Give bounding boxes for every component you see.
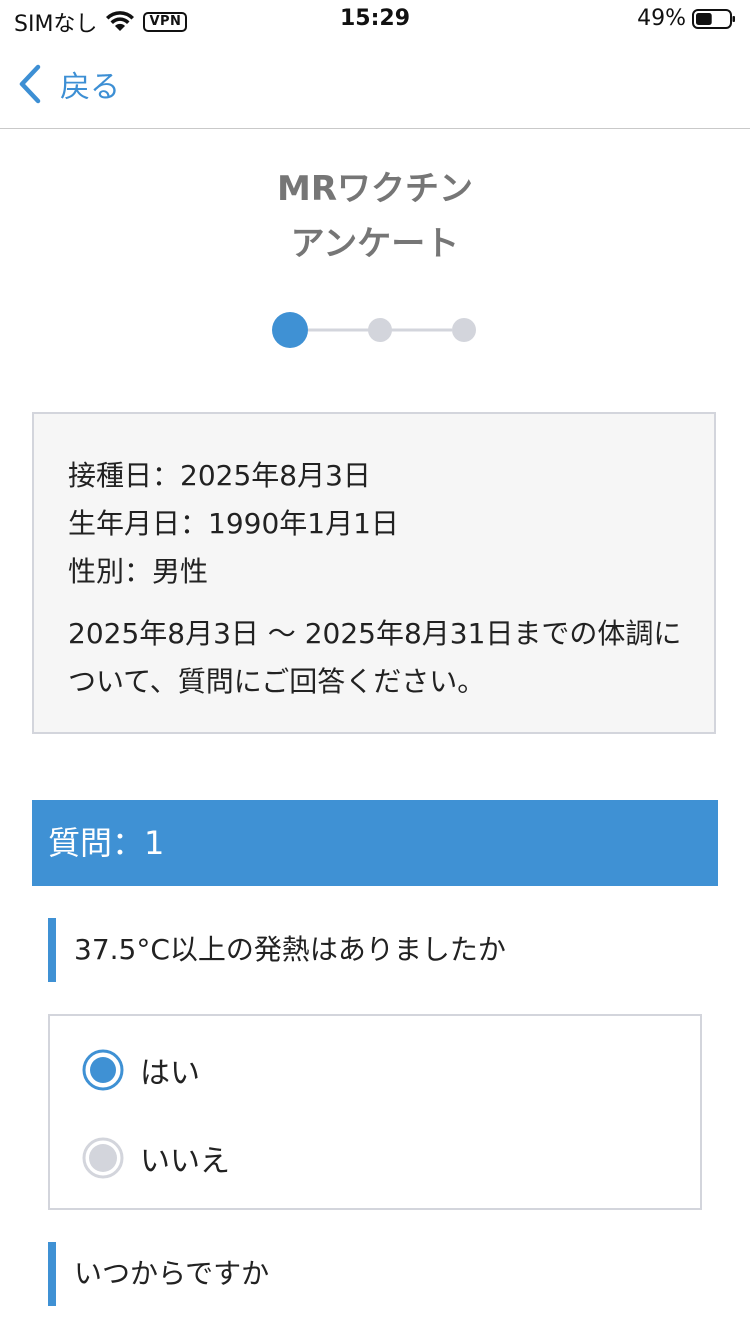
- stepper-dot-2: [368, 318, 392, 342]
- page-title-line2: アンケート: [290, 224, 460, 264]
- radio-option-no[interactable]: いいえ: [82, 1136, 230, 1180]
- chevron-left-icon: [19, 64, 41, 104]
- radio-label-no: いいえ: [140, 1144, 230, 1179]
- status-bar: SIMなし VPN 15:29 49%: [0, 0, 750, 40]
- question-header: 質問：1: [32, 800, 718, 886]
- period-note: 2025年8月3日 〜 2025年8月31日までの体調について、質問にご回答くだ…: [68, 617, 682, 698]
- back-label: 戻る: [60, 70, 120, 105]
- nav-bar: 戻る: [0, 40, 750, 129]
- answer-radio-group: はい いいえ: [48, 1014, 702, 1210]
- info-box: 接種日：2025年8月3日 生年月日：1990年1月1日 性別：男性 2025年…: [32, 412, 716, 734]
- stepper-dot-1: [272, 312, 308, 348]
- radio-unselected-icon: [82, 1137, 124, 1179]
- question-prompt: 37.5°C以上の発熱はありましたか: [48, 918, 708, 982]
- gender: 性別：男性: [68, 555, 209, 588]
- battery-percent: 49%: [637, 6, 686, 31]
- stepper-dot-3: [452, 318, 476, 342]
- page-title: MRワクチン アンケート: [0, 162, 750, 272]
- radio-option-yes[interactable]: はい: [82, 1048, 200, 1092]
- stepper-graphic: [272, 312, 476, 348]
- followup-question: いつからですか: [48, 1242, 708, 1306]
- back-button[interactable]: 戻る: [14, 62, 120, 106]
- battery-icon: [692, 8, 735, 29]
- page-title-line1: MRワクチン: [276, 169, 473, 209]
- radio-selected-icon: [82, 1049, 124, 1091]
- status-right: 49%: [637, 6, 736, 31]
- vaccination-date: 接種日：2025年8月3日: [68, 459, 371, 492]
- birth-date: 生年月日：1990年1月1日: [68, 507, 399, 540]
- radio-label-yes: はい: [140, 1056, 200, 1091]
- progress-stepper: [272, 312, 478, 348]
